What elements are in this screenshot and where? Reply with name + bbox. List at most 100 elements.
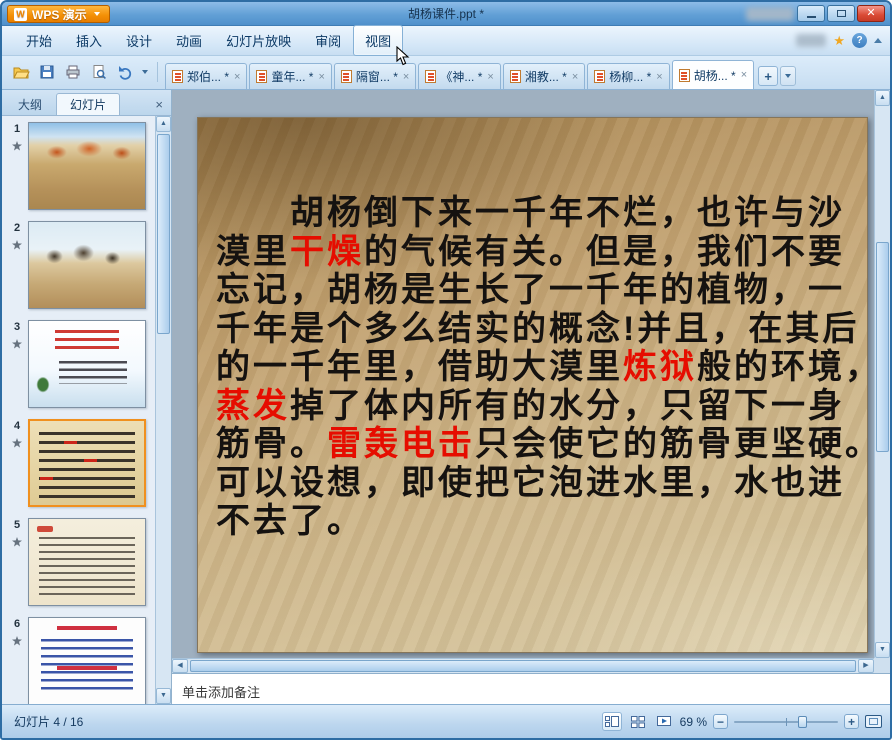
document-tab-label: 杨柳... * — [609, 70, 652, 84]
close-tab-icon[interactable]: × — [234, 71, 240, 83]
maximize-button[interactable] — [827, 5, 855, 22]
favorites-star-icon[interactable]: ★ — [833, 34, 845, 47]
slide-4[interactable]: 胡杨倒下来一千年不烂，也许与沙 漠里干燥的气候有关。但是，我们不要 忘记，胡杨是生长… — [197, 117, 868, 653]
slide-text-line: 不去了。 — [216, 502, 364, 540]
close-icon: ✕ — [866, 7, 876, 19]
document-tab-label: 《神... * — [440, 70, 483, 84]
notes-pane[interactable]: 单击添加备注 — [172, 673, 890, 708]
zoom-out-button[interactable]: − — [713, 714, 728, 729]
slide-text-line: 千年是个多么结实的概念!并且，在其后 — [216, 309, 860, 348]
slide-thumbnail-6[interactable]: 6 — [6, 617, 155, 704]
app-menu-button[interactable]: W WPS 演示 — [7, 5, 110, 23]
menu-tab-开始[interactable]: 开始 — [14, 25, 64, 56]
collapse-ribbon-icon[interactable] — [874, 38, 882, 43]
close-tab-icon[interactable]: × — [403, 71, 409, 83]
slide-sorter-button[interactable] — [628, 712, 648, 731]
zoom-slider-thumb[interactable] — [798, 716, 807, 728]
doc-tab-bar: 郑伯... * × 童年... * × 隔窗... * × 《神... * × 湘教... * ×… — [165, 55, 755, 89]
menu-tab-插入[interactable]: 插入 — [64, 25, 114, 56]
close-tab-icon[interactable]: × — [572, 71, 578, 83]
slide-thumb-image[interactable] — [28, 221, 146, 309]
document-tab-label: 郑伯... * — [187, 70, 230, 84]
open-button[interactable] — [10, 61, 32, 83]
title-bar[interactable]: W WPS 演示 胡杨课件.ppt * ✕ — [2, 2, 890, 26]
slide-thumbnail-5[interactable]: 5 — [6, 518, 155, 606]
panel-scrollbar[interactable]: ▲ ▼ — [155, 116, 171, 704]
menu-tab-视图[interactable]: 视图 — [353, 25, 404, 56]
slide-thumb-image[interactable] — [28, 518, 146, 606]
open-folder-icon — [13, 67, 30, 79]
undo-button[interactable] — [114, 61, 136, 83]
scroll-left-icon[interactable]: ◀ — [172, 659, 188, 673]
horizontal-scrollbar-thumb[interactable] — [190, 660, 856, 672]
panel-scrollbar-thumb[interactable] — [157, 134, 170, 334]
fit-to-window-icon[interactable] — [865, 715, 882, 728]
wps-logo-icon: W — [14, 7, 27, 21]
document-tab[interactable]: 《神... * × — [418, 63, 501, 89]
close-panel-icon[interactable]: × — [149, 98, 169, 111]
document-tab[interactable]: 郑伯... * × — [165, 63, 248, 89]
slide-text-line: 可以设想，即使把它泡进水里，水也进 — [216, 463, 845, 502]
scrollbar-corner — [874, 658, 890, 673]
slide-thumb-image[interactable] — [28, 617, 146, 704]
horizontal-scrollbar[interactable]: ◀ ▶ — [172, 658, 874, 673]
document-tab-label: 童年... * — [271, 70, 314, 84]
close-tab-icon[interactable]: × — [656, 71, 662, 83]
slide-thumbnail-3[interactable]: 3 — [6, 320, 155, 408]
slide-thumbnail-1[interactable]: 1 — [6, 122, 155, 210]
save-button[interactable] — [36, 61, 58, 83]
scroll-up-icon[interactable]: ▲ — [156, 116, 171, 132]
vertical-scrollbar[interactable]: ▲ ▼ — [874, 90, 890, 658]
animation-star-icon — [12, 633, 22, 651]
menu-tab-幻灯片放映[interactable]: 幻灯片放映 — [214, 25, 303, 56]
document-tab[interactable]: 童年... * × — [249, 63, 332, 89]
chevron-down-icon — [785, 74, 792, 78]
menu-tab-动画[interactable]: 动画 — [164, 25, 214, 56]
tab-slides[interactable]: 幻灯片 — [56, 93, 121, 115]
new-tab-button[interactable]: + — [758, 66, 779, 86]
document-tab[interactable]: 胡杨... * × — [671, 60, 755, 89]
print-preview-button[interactable] — [88, 61, 110, 83]
tab-outline[interactable]: 大纲 — [4, 93, 56, 115]
slide-text-line: 筋骨。雷轰电击只会使它的筋骨更坚硬。 — [216, 425, 868, 463]
scroll-up-icon[interactable]: ▲ — [875, 90, 890, 106]
redo-dropdown-icon[interactable] — [142, 70, 148, 74]
slideshow-button[interactable] — [654, 712, 674, 731]
slide-text[interactable]: 胡杨倒下来一千年不烂，也许与沙 漠里干燥的气候有关。但是，我们不要 忘记，胡杨是生长… — [216, 194, 868, 541]
close-button[interactable]: ✕ — [857, 5, 885, 22]
menu-tab-审阅[interactable]: 审阅 — [303, 25, 353, 56]
close-tab-icon[interactable]: × — [318, 71, 324, 83]
menu-tab-设计[interactable]: 设计 — [114, 25, 164, 56]
slide-thumb-image[interactable] — [28, 320, 146, 408]
slide-canvas[interactable]: 胡杨倒下来一千年不烂，也许与沙 漠里干燥的气候有关。但是，我们不要 忘记，胡杨是生长… — [172, 90, 890, 658]
normal-view-button[interactable] — [601, 712, 622, 731]
slide-number: 5 — [13, 519, 21, 531]
document-tab[interactable]: 杨柳... * × — [587, 63, 670, 89]
scroll-right-icon[interactable]: ▶ — [858, 659, 874, 673]
slide-number: 2 — [13, 222, 21, 234]
slide-thumbnail-4[interactable]: 4 — [6, 419, 155, 507]
tab-list-dropdown-button[interactable] — [780, 66, 797, 86]
slide-thumb-image[interactable] — [28, 419, 146, 507]
slide-thumbnail-2[interactable]: 2 — [6, 221, 155, 309]
close-tab-icon[interactable]: × — [487, 71, 493, 83]
save-icon — [40, 65, 54, 79]
slide-thumb-image[interactable] — [28, 122, 146, 210]
document-tab[interactable]: 隔窗... * × — [333, 63, 417, 89]
vertical-scrollbar-thumb[interactable] — [876, 242, 889, 452]
zoom-slider[interactable] — [734, 714, 838, 729]
document-tab[interactable]: 湘教... * × — [502, 63, 586, 89]
chevron-down-icon — [93, 12, 100, 16]
scroll-down-icon[interactable]: ▼ — [875, 642, 890, 658]
undo-icon — [119, 66, 132, 80]
zoom-in-button[interactable]: + — [844, 714, 859, 729]
slides-panel: 大纲 幻灯片 × 1 2 3 4 5 6 ▲ ▼ — [2, 90, 172, 704]
presentation-file-icon — [425, 70, 437, 83]
notes-placeholder[interactable]: 单击添加备注 — [182, 682, 260, 701]
scroll-down-icon[interactable]: ▼ — [156, 688, 171, 704]
printer-icon — [66, 65, 80, 79]
help-icon[interactable]: ? — [852, 33, 867, 48]
close-tab-icon[interactable]: × — [741, 69, 747, 81]
minimize-button[interactable] — [797, 5, 825, 22]
print-button[interactable] — [62, 61, 84, 83]
